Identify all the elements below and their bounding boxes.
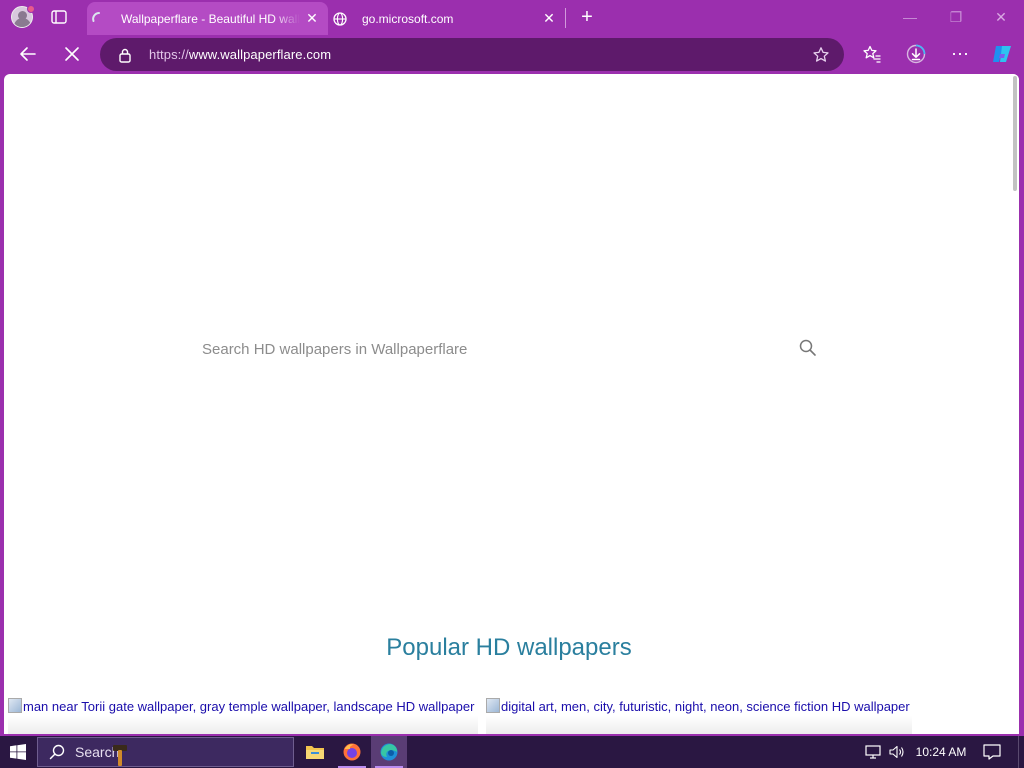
windows-logo-icon — [10, 744, 26, 760]
back-button[interactable] — [12, 38, 44, 70]
tab-title: go.microsoft.com — [362, 11, 454, 26]
star-icon[interactable] — [812, 46, 830, 64]
network-button[interactable] — [862, 736, 884, 768]
taskbar-firefox[interactable] — [334, 736, 370, 768]
download-icon — [906, 44, 926, 64]
thumbnail-caption-bar — [8, 716, 478, 734]
scrollbar-thumb[interactable] — [1013, 76, 1017, 191]
arrow-left-icon — [20, 47, 36, 61]
popular-heading: Popular HD wallpapers — [386, 634, 632, 661]
address-bar[interactable]: https://www.wallpaperflare.com — [100, 38, 844, 71]
thumbnail-alt-text: digital art, men, city, futuristic, nigh… — [501, 699, 910, 714]
tab-wallpaperflare[interactable]: Wallpaperflare - Beautiful HD wallpapers… — [87, 2, 328, 35]
page-viewport: Popular HD wallpapers man near Torii gat… — [4, 74, 1019, 734]
favorites-icon — [863, 45, 881, 63]
search-icon[interactable] — [798, 338, 818, 358]
tab-separator — [565, 8, 566, 28]
url-text[interactable]: https://www.wallpaperflare.com — [149, 47, 331, 62]
edge-icon — [380, 743, 398, 761]
wallpaper-thumbnail[interactable]: man near Torii gate wallpaper, gray temp… — [8, 698, 478, 734]
tab-close-button[interactable]: ✕ — [537, 7, 561, 31]
folder-icon — [306, 746, 324, 759]
close-window-button[interactable]: ✕ — [978, 0, 1024, 34]
more-options-button[interactable]: ⋯ — [944, 38, 976, 70]
loading-spinner-icon — [92, 11, 100, 22]
taskbar-search-box[interactable]: Search — [37, 737, 294, 767]
broken-image-icon — [486, 698, 500, 713]
taskbar: Search 10:24 AM — [0, 736, 1024, 768]
notifications-button[interactable] — [978, 736, 1006, 768]
taskbar-edge[interactable] — [371, 736, 407, 768]
copilot-button[interactable] — [986, 38, 1018, 70]
show-desktop-button[interactable] — [1018, 736, 1024, 768]
hammer-cursor-icon — [113, 745, 127, 766]
close-icon — [65, 47, 79, 61]
network-icon — [865, 745, 881, 759]
firefox-icon — [343, 743, 361, 761]
tab-close-button[interactable]: ✕ — [300, 7, 324, 31]
url-protocol: https:// — [149, 47, 189, 62]
tab-actions-button[interactable] — [50, 8, 70, 26]
downloads-button[interactable] — [900, 38, 932, 70]
tab-actions-icon — [51, 10, 67, 24]
globe-icon — [333, 11, 347, 26]
copilot-icon — [993, 46, 1011, 62]
thumbnail-alt-text: man near Torii gate wallpaper, gray temp… — [23, 699, 475, 714]
broken-image-icon — [8, 698, 22, 713]
wallpaper-thumbnail[interactable]: digital art, men, city, futuristic, nigh… — [486, 698, 912, 734]
start-button[interactable] — [0, 736, 36, 768]
taskbar-clock[interactable]: 10:24 AM — [912, 736, 970, 768]
maximize-button[interactable]: ❐ — [933, 0, 979, 34]
notification-dot — [27, 5, 35, 13]
tab-title: Wallpaperflare - Beautiful HD wallpapers — [121, 11, 300, 26]
volume-button[interactable] — [886, 736, 908, 768]
thumbnail-caption-bar — [486, 716, 912, 734]
minimize-button[interactable]: — — [887, 0, 933, 34]
taskbar-file-explorer[interactable] — [297, 736, 333, 768]
tab-go-microsoft[interactable]: go.microsoft.com ✕ — [328, 2, 565, 35]
search-icon — [49, 744, 65, 760]
tab-strip: Wallpaperflare - Beautiful HD wallpapers… — [0, 0, 1024, 35]
search-input[interactable] — [202, 336, 792, 362]
new-tab-button[interactable]: + — [576, 6, 598, 28]
speaker-icon — [889, 745, 904, 759]
browser-toolbar: https://www.wallpaperflare.com ⋯ — [0, 35, 1024, 73]
profile-avatar[interactable] — [9, 5, 35, 29]
url-host: www.wallpaperflare.com — [188, 47, 332, 62]
favorites-button[interactable] — [856, 38, 888, 70]
page-scrollbar[interactable] — [1011, 74, 1019, 734]
notification-icon — [983, 744, 1001, 760]
stop-loading-button[interactable] — [56, 38, 88, 70]
lock-icon[interactable] — [117, 47, 133, 63]
wallpaper-search — [202, 336, 822, 362]
